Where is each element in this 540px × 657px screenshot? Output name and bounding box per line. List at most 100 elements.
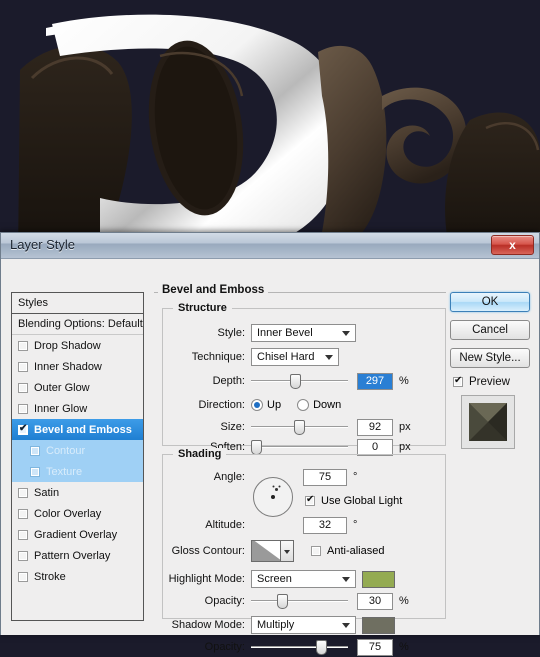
angle-unit: °: [353, 471, 358, 483]
soften-input[interactable]: 0: [357, 438, 393, 456]
highlight-opacity-thumb[interactable]: [276, 594, 288, 609]
shadow-mode-dropdown[interactable]: Multiply: [251, 616, 356, 634]
checkbox-unchecked-icon[interactable]: [18, 361, 28, 372]
technique-dropdown[interactable]: Chisel Hard: [251, 348, 339, 366]
shadow-opacity-input[interactable]: 75: [357, 638, 393, 656]
sidebar-item-stroke[interactable]: Stroke: [12, 566, 143, 587]
shadow-mode-value: Multiply: [257, 619, 295, 631]
preview-label: Preview: [469, 376, 510, 388]
shadow-opacity-slider[interactable]: [251, 638, 348, 656]
gloss-contour-swatch[interactable]: [251, 540, 281, 562]
sidebar-item-pattern-overlay[interactable]: Pattern Overlay: [12, 545, 143, 566]
sidebar-item-label: Satin: [34, 486, 60, 499]
sidebar-item-label: Texture: [46, 465, 83, 478]
anti-aliased-checkbox[interactable]: Anti-aliased: [311, 545, 384, 557]
depth-input[interactable]: 297: [357, 372, 393, 390]
size-unit: px: [399, 421, 411, 433]
size-label: Size:: [220, 421, 245, 433]
use-global-light-checkbox[interactable]: Use Global Light: [305, 491, 441, 511]
use-global-light-label: Use Global Light: [321, 495, 403, 507]
gloss-contour-chevron-icon[interactable]: [281, 540, 294, 562]
shadow-opacity-thumb[interactable]: [315, 640, 327, 655]
gloss-contour-label: Gloss Contour:: [171, 545, 245, 557]
highlight-mode-value: Screen: [257, 573, 292, 585]
sidebar-item-inner-shadow[interactable]: Inner Shadow: [12, 356, 143, 377]
angle-dial[interactable]: [253, 477, 293, 517]
sidebar-item-label: Inner Shadow: [34, 360, 102, 373]
checkbox-unchecked-icon[interactable]: [18, 487, 28, 498]
sidebar-item-inner-glow[interactable]: Inner Glow: [12, 398, 143, 419]
cancel-button[interactable]: Cancel: [450, 320, 530, 340]
highlight-color-swatch[interactable]: [362, 570, 395, 588]
direction-radio-up[interactable]: Up: [251, 399, 281, 411]
checkbox-anti-aliased-icon: [311, 546, 321, 556]
new-style-button[interactable]: New Style...: [450, 348, 530, 368]
sidebar-item-drop-shadow[interactable]: Drop Shadow: [12, 335, 143, 356]
highlight-opacity-slider[interactable]: [251, 592, 348, 610]
size-slider-thumb[interactable]: [294, 420, 305, 435]
depth-slider-thumb[interactable]: [289, 374, 301, 389]
sidebar-item-bevel-and-emboss[interactable]: Bevel and Emboss: [12, 419, 143, 440]
ok-button[interactable]: OK: [450, 292, 530, 312]
sidebar-item-label: Stroke: [34, 570, 66, 583]
close-icon[interactable]: x: [491, 235, 534, 255]
altitude-input[interactable]: 32: [303, 516, 347, 534]
size-slider[interactable]: [251, 418, 348, 436]
checkbox-unchecked-icon[interactable]: [30, 466, 40, 477]
dialog-titlebar[interactable]: Layer Style x: [1, 233, 539, 259]
shading-section: Shading Angle: 75 ° Use Global Light Al: [162, 448, 446, 656]
highlight-opacity-input[interactable]: 30: [357, 592, 393, 610]
soften-slider-thumb[interactable]: [251, 440, 262, 455]
gloss-contour-picker[interactable]: [251, 540, 294, 562]
direction-radio-down[interactable]: Down: [297, 399, 341, 411]
direction-up-label: Up: [267, 399, 282, 411]
checkbox-preview-icon: [453, 375, 463, 387]
layer-style-dialog: Layer Style x Styles Blending Options: D…: [0, 232, 540, 656]
bevel-emboss-panel: Bevel and Emboss Structure Style: Inner …: [154, 284, 446, 656]
style-dropdown[interactable]: Inner Bevel: [251, 324, 356, 342]
highlight-mode-label: Highlight Mode:: [168, 573, 245, 585]
dialog-body: Styles Blending Options: Default Drop Sh…: [1, 259, 539, 656]
preview-checkbox[interactable]: Preview: [453, 375, 530, 388]
sidebar-item-color-overlay[interactable]: Color Overlay: [12, 503, 143, 524]
shadow-opacity-track: [251, 646, 348, 648]
soften-slider-track: [251, 446, 348, 448]
radio-up-icon: [251, 399, 263, 411]
checkbox-unchecked-icon[interactable]: [18, 529, 28, 540]
checkbox-unchecked-icon[interactable]: [30, 445, 40, 456]
direction-down-label: Down: [313, 399, 342, 411]
sidebar-item-texture[interactable]: Texture: [12, 461, 143, 482]
checkbox-checked-icon[interactable]: [18, 423, 28, 435]
angle-input[interactable]: 75: [303, 468, 347, 486]
highlight-opacity-track: [251, 600, 348, 602]
sidebar-item-label: Inner Glow: [34, 402, 88, 415]
checkbox-unchecked-icon[interactable]: [18, 571, 28, 582]
checkbox-unchecked-icon[interactable]: [18, 382, 28, 393]
sidebar-item-outer-glow[interactable]: Outer Glow: [12, 377, 143, 398]
size-input[interactable]: 92: [357, 418, 393, 436]
checkbox-unchecked-icon[interactable]: [18, 508, 28, 519]
highlight-mode-dropdown[interactable]: Screen: [251, 570, 356, 588]
altitude-label: Altitude:: [205, 519, 245, 531]
styles-sidebar: Styles Blending Options: Default Drop Sh…: [11, 292, 144, 621]
styles-header: Styles: [12, 293, 143, 314]
structure-legend: Structure: [173, 302, 232, 314]
soften-unit: px: [399, 441, 411, 453]
structure-section: Structure Style: Inner Bevel Technique: …: [162, 302, 446, 456]
checkbox-unchecked-icon[interactable]: [18, 403, 28, 414]
sidebar-item-blending-options[interactable]: Blending Options: Default: [12, 314, 143, 335]
background-artwork: [0, 0, 540, 260]
style-effects-list: Drop Shadow Inner Shadow Outer Glow Inner G…: [12, 335, 143, 587]
sidebar-item-label: Gradient Overlay: [34, 528, 118, 541]
sidebar-item-label: Contour: [46, 444, 86, 457]
shadow-color-swatch[interactable]: [362, 616, 395, 634]
direction-label: Direction:: [198, 399, 245, 411]
technique-label: Technique:: [191, 351, 245, 363]
sidebar-item-contour[interactable]: Contour: [12, 440, 143, 461]
checkbox-unchecked-icon[interactable]: [18, 550, 28, 561]
panel-title: Bevel and Emboss: [158, 284, 269, 296]
sidebar-item-satin[interactable]: Satin: [12, 482, 143, 503]
checkbox-unchecked-icon[interactable]: [18, 340, 28, 351]
depth-slider[interactable]: [251, 372, 348, 390]
sidebar-item-gradient-overlay[interactable]: Gradient Overlay: [12, 524, 143, 545]
